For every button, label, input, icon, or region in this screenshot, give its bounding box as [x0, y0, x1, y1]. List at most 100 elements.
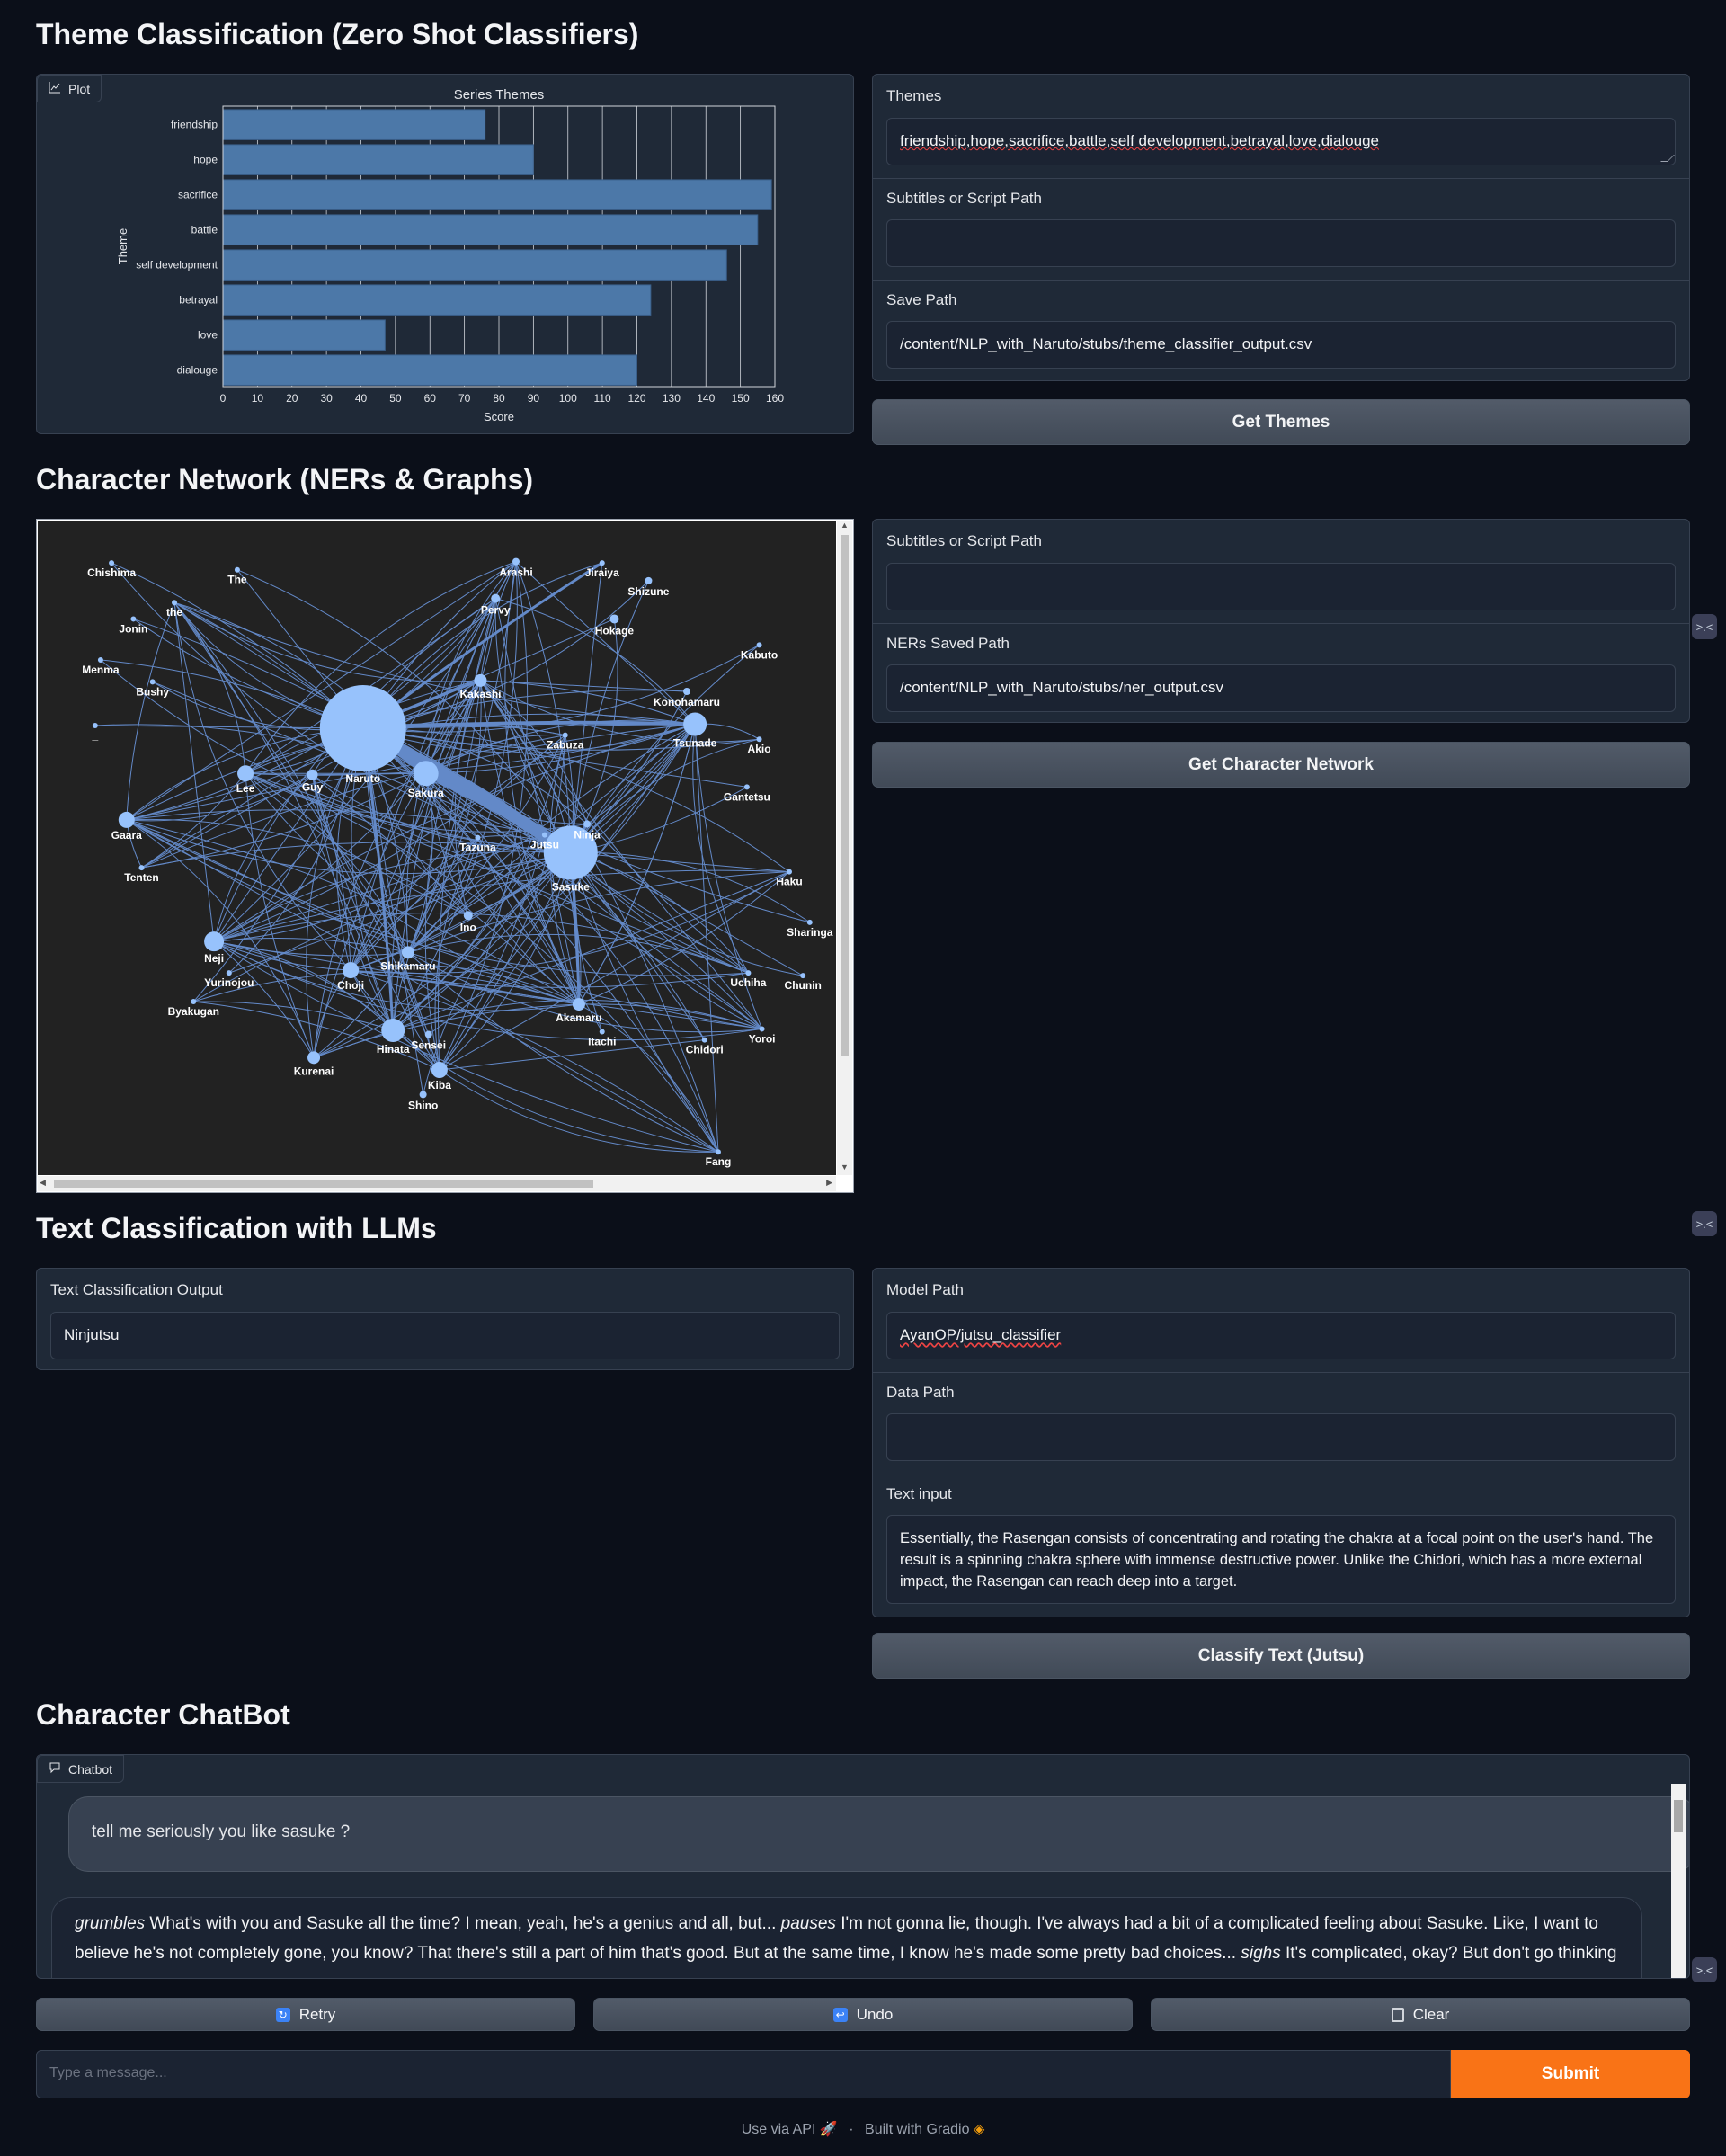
- node-gantetsu: [743, 784, 750, 790]
- classify-text-button[interactable]: Classify Text (Jutsu): [872, 1633, 1690, 1679]
- node-sharinga: [806, 919, 813, 925]
- node-label: Kiba: [428, 1079, 451, 1091]
- x-tick-label: 140: [697, 392, 715, 405]
- node-label: Itachi: [588, 1035, 616, 1047]
- node-chunin: [800, 973, 806, 979]
- x-tick-label: 70: [458, 392, 471, 405]
- node-kakashi: [474, 673, 487, 687]
- node-jonin: [130, 616, 137, 622]
- vertical-scrollbar[interactable]: ▲ ▼: [837, 521, 852, 1175]
- node-sakura: [413, 761, 439, 787]
- node-label: Konohamaru: [654, 696, 720, 708]
- section-title-network: Character Network (NERs & Graphs): [36, 463, 534, 495]
- x-tick-label: 10: [252, 392, 264, 405]
- node-yoroi: [759, 1026, 765, 1032]
- submit-button[interactable]: Submit: [1451, 2050, 1690, 2098]
- section-title-theme: Theme Classification (Zero Shot Classifi…: [36, 18, 639, 50]
- network-frame: Chishima The Arashi Jiraiya Shizune Pervy Hoka…: [36, 519, 854, 1193]
- node-ino: [463, 911, 473, 921]
- save-path-input[interactable]: /content/NLP_with_Naruto/stubs/theme_cla…: [886, 321, 1676, 369]
- node-akio: [756, 736, 762, 743]
- bar-hope: [222, 144, 534, 175]
- undo-label: Undo: [856, 2005, 894, 2023]
- horizontal-scroll-thumb[interactable]: [54, 1180, 593, 1188]
- floating-avatar-icon[interactable]: >.<: [1692, 1211, 1717, 1236]
- horizontal-scrollbar[interactable]: ◀ ▶: [38, 1176, 836, 1191]
- rocket-icon: 🚀: [819, 2122, 838, 2137]
- node-menma: [97, 657, 103, 664]
- node-label: Akio: [748, 743, 771, 755]
- cls-output-field[interactable]: Ninjutsu: [50, 1312, 840, 1359]
- data-path-label: Data Path: [886, 1384, 955, 1401]
- trash-icon: [1391, 2007, 1404, 2022]
- built-with-gradio-link[interactable]: Built with Gradio: [865, 2122, 970, 2137]
- get-themes-button[interactable]: Get Themes: [872, 399, 1690, 445]
- node-label: Ninja: [574, 828, 601, 841]
- node-kiba: [431, 1062, 448, 1079]
- network-subs-input[interactable]: [886, 563, 1676, 610]
- node-hokage: [609, 614, 619, 624]
- node-pervy: [491, 593, 501, 603]
- theme-subs-input[interactable]: [886, 219, 1676, 267]
- scroll-left-icon[interactable]: ◀: [40, 1178, 46, 1188]
- node-label: Ino: [460, 921, 476, 933]
- node-tenten: [138, 865, 145, 871]
- bar-dialouge: [222, 354, 637, 386]
- node-label: Hinata: [377, 1043, 410, 1056]
- get-network-button[interactable]: Get Character Network: [872, 742, 1690, 788]
- data-path-input[interactable]: [886, 1413, 1676, 1461]
- node-haku: [787, 869, 792, 875]
- node-kurenai: [307, 1051, 321, 1065]
- floating-avatar-icon[interactable]: >.<: [1692, 614, 1717, 639]
- floating-avatar-icon[interactable]: >.<: [1692, 1957, 1717, 1982]
- x-tick-label: 110: [594, 392, 611, 405]
- user-message: tell me seriously you like sasuke ?: [68, 1796, 1689, 1872]
- clear-button[interactable]: Clear: [1151, 1998, 1690, 2031]
- node-jutsu: [541, 832, 547, 838]
- undo-button[interactable]: ↩ Undo: [593, 1998, 1133, 2031]
- node-_: [92, 723, 98, 728]
- node-label: Jiraiya: [585, 566, 619, 579]
- y-tick-label: self development: [136, 259, 218, 272]
- message-input[interactable]: Type a message...: [36, 2050, 1451, 2098]
- scroll-down-icon[interactable]: ▼: [837, 1163, 852, 1175]
- y-tick-label: love: [198, 329, 218, 342]
- chatbot-tag: Chatbot: [37, 1755, 125, 1783]
- footer-separator: ·: [849, 2122, 854, 2137]
- character-network-graph[interactable]: Chishima The Arashi Jiraiya Shizune Pervy Hoka…: [38, 521, 836, 1175]
- theme-bar-chart: Series Themes friendship hope sacrifice bat…: [116, 87, 784, 423]
- text-input-area[interactable]: Essentially, the Rasengan consists of co…: [886, 1515, 1676, 1604]
- node-byakugan: [191, 999, 197, 1005]
- node-tazuna: [475, 834, 481, 841]
- network-edge: [578, 1003, 719, 1153]
- undo-icon: ↩: [832, 2007, 848, 2022]
- node-naruto: [319, 685, 406, 772]
- node-the: [172, 600, 177, 606]
- vertical-scroll-thumb[interactable]: [841, 535, 849, 1056]
- scroll-up-icon[interactable]: ▲: [837, 521, 852, 533]
- use-via-api-link[interactable]: Use via API: [742, 2122, 816, 2137]
- node-label: Gantetsu: [724, 790, 770, 803]
- bar-sacrifice: [222, 179, 772, 210]
- network-edge: [111, 562, 364, 729]
- chat-scroll-thumb[interactable]: [1674, 1800, 1683, 1832]
- scroll-right-icon[interactable]: ▶: [826, 1178, 832, 1188]
- text-input-label: Text input: [886, 1485, 952, 1502]
- node-akamaru: [572, 998, 585, 1011]
- node-label: Tazuna: [459, 842, 496, 854]
- node-label: Lee: [236, 782, 255, 795]
- chat-scrollbar[interactable]: [1671, 1784, 1686, 1978]
- themes-input[interactable]: friendship,hope,sacrifice,battle,self de…: [886, 118, 1676, 165]
- x-tick-label: 150: [732, 392, 750, 405]
- x-tick-label: 160: [766, 392, 784, 405]
- model-path-input[interactable]: AyanOP/jutsu_classifier: [886, 1312, 1676, 1359]
- x-tick-label: 60: [424, 392, 437, 405]
- ners-path-input[interactable]: /content/NLP_with_Naruto/stubs/ner_outpu…: [886, 664, 1676, 712]
- gradio-logo-icon: ◈: [973, 2122, 985, 2137]
- chat-bubble-icon: [49, 1761, 61, 1777]
- x-tick-label: 130: [663, 392, 681, 405]
- node-label: Sharinga: [787, 926, 833, 939]
- x-tick-label: 30: [320, 392, 333, 405]
- x-tick-label: 0: [220, 392, 227, 405]
- retry-button[interactable]: ↻ Retry: [36, 1998, 575, 2031]
